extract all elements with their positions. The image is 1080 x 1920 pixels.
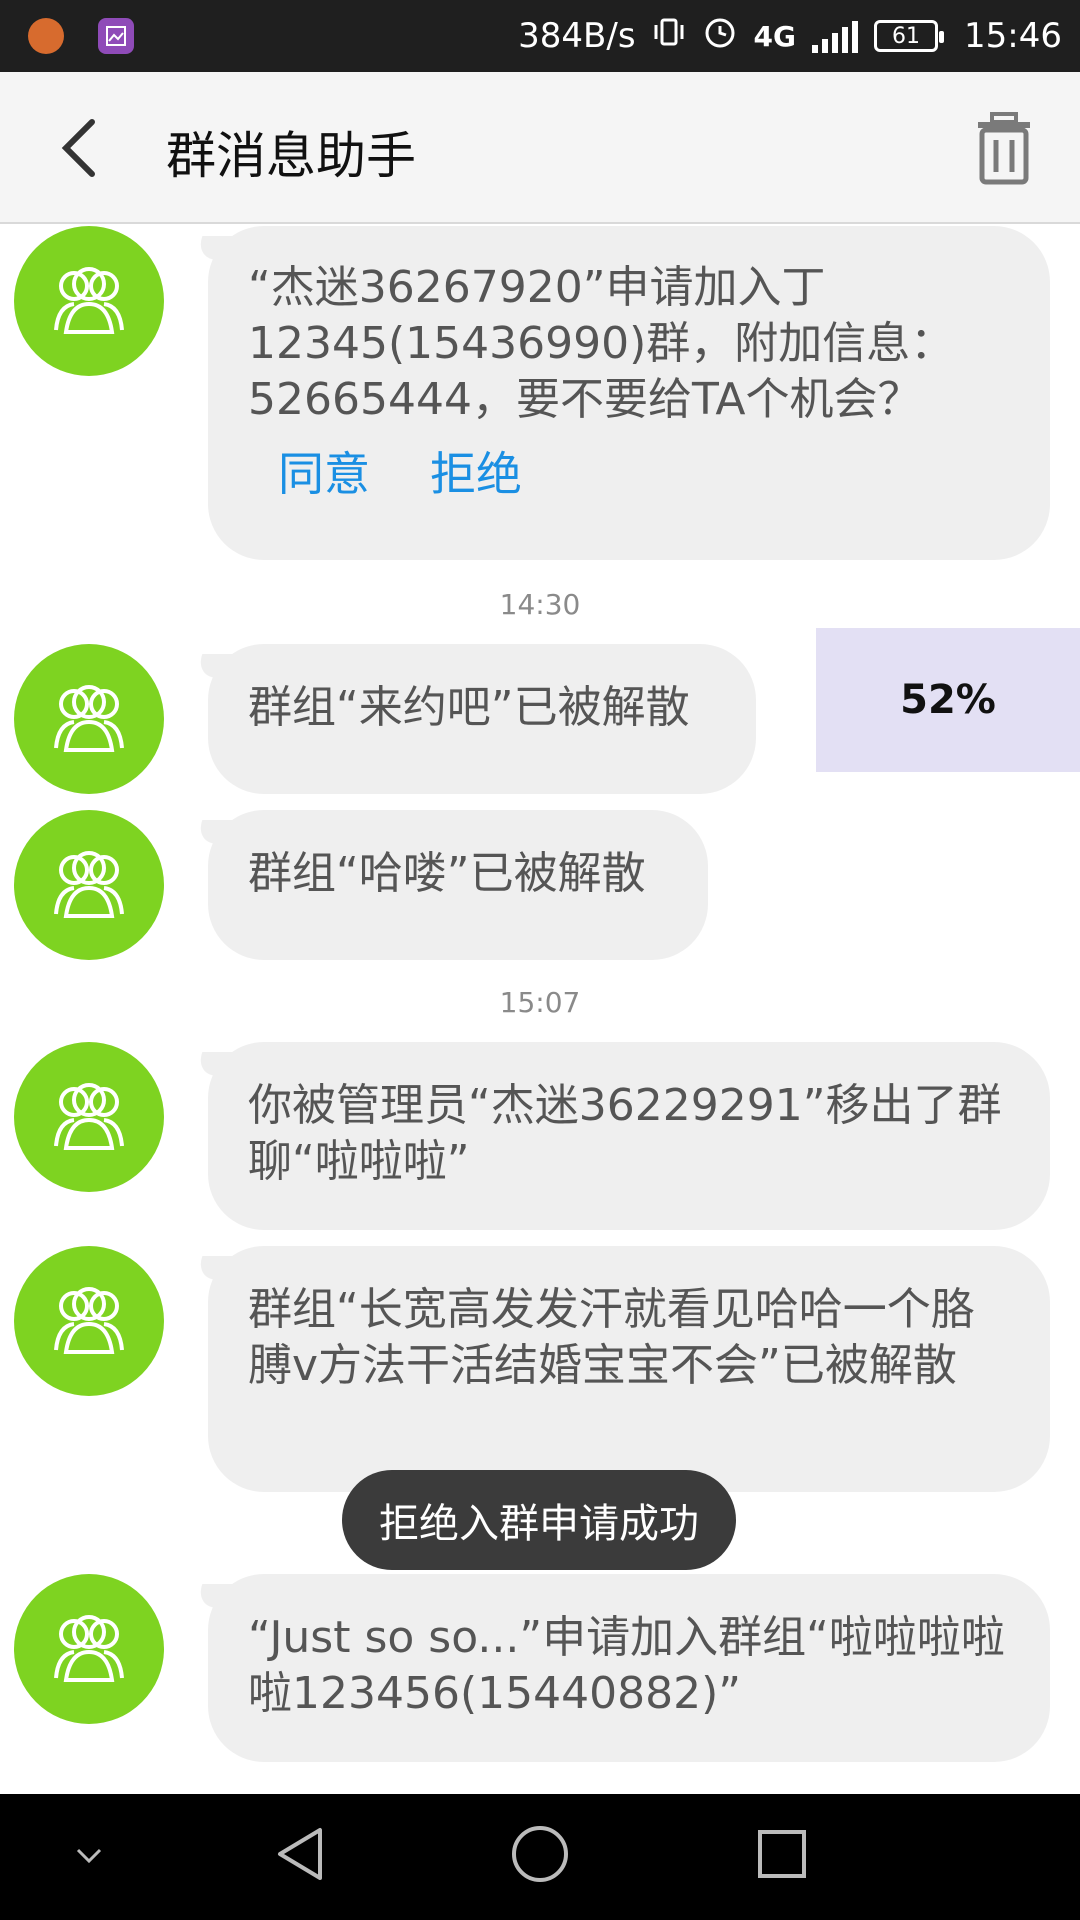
status-bar: 384B/s 4G 61 15:46 [0, 0, 1080, 72]
message-text: 群组“哈喽”已被解散 [248, 848, 646, 899]
chevron-left-icon [61, 119, 95, 177]
signal-icon [812, 19, 859, 53]
clock: 15:46 [964, 16, 1062, 56]
delete-button[interactable] [964, 108, 1044, 188]
gallery-notification-icon [98, 18, 134, 54]
agree-button[interactable]: 同意 [278, 446, 370, 502]
app-header: 群消息助手 [0, 72, 1080, 224]
reject-button[interactable]: 拒绝 [430, 446, 522, 502]
nav-back-button[interactable] [268, 1822, 332, 1886]
trash-icon [978, 112, 1030, 185]
toast-notification: 拒绝入群申请成功 [342, 1470, 736, 1570]
avatar [14, 1574, 164, 1724]
message-bubble: “杰迷36267920”申请加入丁12345(15436990)群，附加信息：5… [208, 226, 1050, 560]
avatar [14, 644, 164, 794]
avatar [14, 1246, 164, 1396]
message-text: “杰迷36267920”申请加入丁12345(15436990)群，附加信息：5… [248, 262, 955, 425]
message-bubble: 你被管理员“杰迷36229291”移出了群聊“啦啦啦” [208, 1042, 1050, 1230]
square-recents-icon [758, 1830, 806, 1878]
network-speed: 384B/s [518, 16, 636, 56]
vibrate-icon [652, 15, 686, 58]
message-bubble: 群组“来约吧”已被解散 [208, 644, 756, 794]
nav-home-button[interactable] [508, 1822, 572, 1886]
group-icon [54, 1615, 124, 1682]
triangle-back-icon [278, 1828, 322, 1880]
message-text: “Just so so...”申请加入群组“啦啦啦啦啦123456(154408… [248, 1612, 1005, 1719]
message-bubble: “Just so so...”申请加入群组“啦啦啦啦啦123456(154408… [208, 1574, 1050, 1762]
back-button[interactable] [52, 112, 112, 184]
message-text: 群组“长宽高发发汗就看见哈哈一个胳膊v方法干活结婚宝宝不会”已被解散 [248, 1284, 975, 1391]
collapse-button[interactable] [64, 1836, 114, 1876]
group-icon [54, 685, 124, 752]
timestamp: 15:07 [499, 986, 581, 1019]
message-bubble: 群组“哈喽”已被解散 [208, 810, 708, 960]
nav-recents-button[interactable] [752, 1824, 812, 1884]
group-icon [54, 851, 124, 918]
message-bubble: 群组“长宽高发发汗就看见哈哈一个胳膊v方法干活结婚宝宝不会”已被解散 [208, 1246, 1050, 1492]
page-title: 群消息助手 [166, 127, 416, 185]
group-icon [54, 1083, 124, 1150]
alarm-icon [702, 14, 738, 59]
group-icon [54, 267, 124, 334]
timestamp: 14:30 [499, 588, 581, 621]
battery-icon: 61 [874, 20, 945, 52]
network-type: 4G [753, 19, 797, 53]
avatar [14, 1042, 164, 1192]
message-text: 你被管理员“杰迷36229291”移出了群聊“啦啦啦” [248, 1080, 1002, 1187]
progress-overlay: 52% [816, 628, 1080, 772]
chevron-down-icon [76, 1848, 102, 1864]
group-icon [54, 1287, 124, 1354]
navigation-bar [0, 1794, 1080, 1920]
avatar [14, 810, 164, 960]
circle-home-icon [512, 1826, 568, 1882]
message-text: 群组“来约吧”已被解散 [248, 682, 690, 733]
avatar [14, 226, 164, 376]
app-notification-icon [28, 18, 64, 54]
